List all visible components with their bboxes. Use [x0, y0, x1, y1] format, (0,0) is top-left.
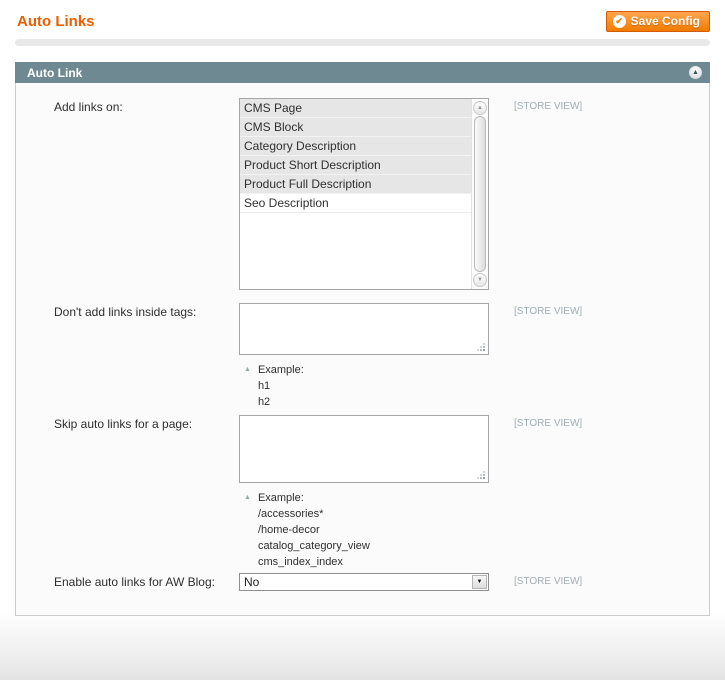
form-row-skip-for-page: Skip auto links for a page: ▲ Example: /… [16, 415, 709, 570]
field-col: No ▼ [239, 573, 489, 591]
field-col: ▲ Example: /accessories* /home-decor cat… [239, 415, 489, 570]
multiselect-options: CMS Page CMS Block Category Description … [240, 99, 471, 289]
collapse-icon[interactable]: ▲ [689, 66, 702, 79]
multiselect-option[interactable]: Seo Description [240, 194, 471, 213]
page-title: Auto Links [17, 13, 95, 30]
scope-label-skip-for-page: [STORE VIEW] [514, 418, 583, 429]
multiselect-option[interactable]: CMS Block [240, 118, 471, 137]
note-title: Example: [257, 492, 304, 504]
scrollbar-thumb[interactable] [474, 116, 486, 272]
scope-label-dont-add-inside-tags: [STORE VIEW] [514, 306, 583, 317]
multiselect-option[interactable]: Product Short Description [240, 156, 471, 175]
select-value: No [244, 575, 260, 589]
note-line: h1 [257, 380, 271, 392]
section-title: Auto Link [27, 65, 83, 80]
field-label-skip-for-page: Skip auto links for a page: [54, 417, 193, 431]
note-arrow-icon: ▲ [244, 366, 251, 373]
note-lines: h1 h2 [258, 378, 304, 410]
multiselect-option[interactable]: CMS Page [240, 99, 471, 118]
form-row-enable-aw-blog: Enable auto links for AW Blog: No ▼ [STO… [16, 573, 709, 591]
checkmark-icon: ✔ [612, 14, 626, 28]
section-header: Auto Link ▲ [15, 62, 710, 83]
auto-link-section: Auto Link ▲ Add links on: CMS Page CMS B… [15, 62, 710, 616]
page: Auto Links ✔ Save Config Auto Link ▲ Add… [0, 0, 725, 680]
header-divider [15, 39, 710, 46]
multiselect-option[interactable]: Category Description [240, 137, 471, 156]
note-title: Example: [257, 364, 304, 376]
multiselect-option[interactable]: Product Full Description [240, 175, 471, 194]
add-links-on-multiselect[interactable]: CMS Page CMS Block Category Description … [239, 98, 489, 290]
page-header: Auto Links ✔ Save Config [0, 0, 725, 32]
note-line: /home-decor [257, 524, 320, 536]
scroll-up-icon[interactable]: ▲ [473, 101, 487, 115]
field-note: ▲ Example: h1 h2 [239, 362, 489, 410]
field-note: ▲ Example: /accessories* /home-decor cat… [239, 490, 489, 570]
dont-add-inside-tags-textarea[interactable] [239, 303, 489, 355]
section-body: Add links on: CMS Page CMS Block Categor… [15, 83, 710, 616]
dropdown-arrow-icon: ▼ [472, 575, 487, 589]
save-config-button[interactable]: ✔ Save Config [605, 11, 710, 32]
save-config-label: Save Config [630, 14, 700, 28]
field-col: CMS Page CMS Block Category Description … [239, 98, 489, 290]
note-line: h2 [257, 396, 271, 408]
note-arrow-icon: ▲ [244, 494, 251, 501]
field-label-dont-add-inside-tags: Don't add links inside tags: [54, 305, 197, 319]
scope-label-enable-aw-blog: [STORE VIEW] [514, 576, 583, 587]
note-line: /accessories* [257, 508, 324, 520]
note-lines: /accessories* /home-decor catalog_catego… [258, 506, 370, 570]
form-row-add-links-on: Add links on: CMS Page CMS Block Categor… [16, 98, 709, 290]
form-row-dont-add-inside-tags: Don't add links inside tags: ▲ Example: … [16, 303, 709, 410]
field-col: ▲ Example: h1 h2 [239, 303, 489, 410]
multiselect-scrollbar[interactable]: ▲ ▼ [471, 99, 488, 289]
note-line: cms_index_index [257, 556, 343, 568]
scope-label-add-links-on: [STORE VIEW] [514, 101, 583, 112]
note-line: catalog_category_view [257, 540, 370, 552]
scroll-down-icon[interactable]: ▼ [473, 273, 487, 287]
field-label-enable-aw-blog: Enable auto links for AW Blog: [54, 575, 215, 589]
skip-for-page-textarea[interactable] [239, 415, 489, 483]
field-label-add-links-on: Add links on: [54, 100, 123, 114]
enable-aw-blog-select[interactable]: No ▼ [239, 573, 489, 591]
